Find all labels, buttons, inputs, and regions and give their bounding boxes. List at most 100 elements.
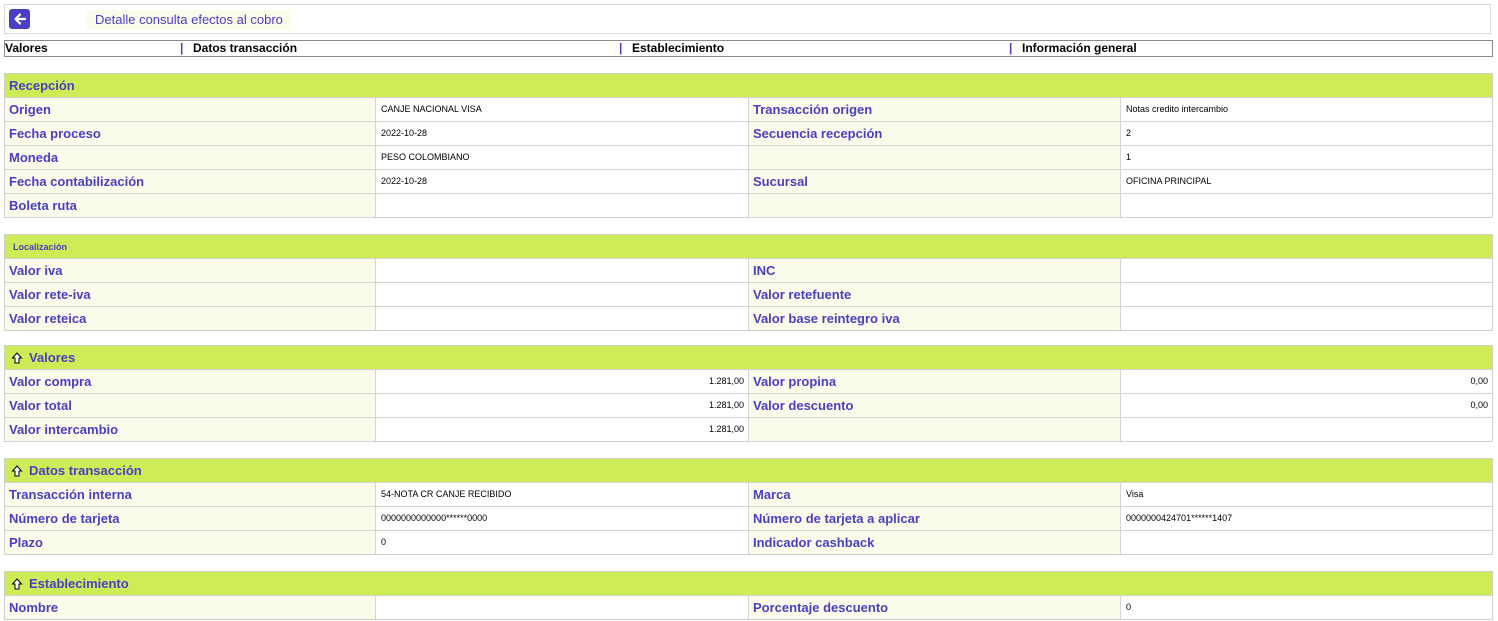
field-value: [376, 194, 749, 217]
field-value: [376, 307, 749, 330]
section-body: Origen CANJE NACIONAL VISA Transacción ori…: [5, 97, 1492, 217]
table-row: Valor iva INC: [5, 258, 1492, 282]
section-body: Valor iva INC Valor rete-iva Valor retefuen…: [5, 258, 1492, 330]
field-label: Plazo: [5, 531, 376, 554]
field-value: 0: [376, 531, 749, 554]
field-label: INC: [749, 259, 1121, 282]
field-value: [1121, 418, 1492, 441]
section-title: Valores: [29, 350, 76, 365]
field-value: CANJE NACIONAL VISA: [376, 98, 749, 121]
section-header-datos-transaccion[interactable]: Datos transacción: [5, 458, 1492, 482]
field-value: 1.281,00: [376, 394, 749, 417]
field-label: Valor intercambio: [5, 418, 376, 441]
field-value: [1121, 283, 1492, 306]
field-value: OFICINA PRINCIPAL: [1121, 170, 1492, 193]
field-value: Notas credito intercambio: [1121, 98, 1492, 121]
section-header-valores[interactable]: Valores: [5, 345, 1492, 369]
field-label: Valor total: [5, 394, 376, 417]
field-value: [376, 596, 749, 619]
field-value: [1121, 194, 1492, 217]
table-row: Valor reteica Valor base reintegro iva: [5, 306, 1492, 330]
field-value: 0: [1121, 596, 1492, 619]
section-recepcion: Recepción Origen CANJE NACIONAL VISA Trans…: [4, 73, 1493, 218]
section-datos-transaccion: Datos transacción Transacción interna 54-…: [4, 458, 1493, 555]
tab-establecimiento[interactable]: Establecimiento: [632, 41, 724, 56]
field-value: 2: [1121, 122, 1492, 145]
field-label: Número de tarjeta a aplicar: [749, 507, 1121, 530]
table-row: Valor compra 1.281,00 Valor propina 0,00: [5, 369, 1492, 393]
tab-datos-transaccion[interactable]: Datos transacción: [193, 41, 297, 56]
table-row: Boleta ruta: [5, 193, 1492, 217]
section-header-establecimiento[interactable]: Establecimiento: [5, 571, 1492, 595]
section-body: Nombre Porcentaje descuento 0: [5, 595, 1492, 619]
field-value: Visa: [1121, 483, 1492, 506]
section-header-localizacion: Localización: [5, 234, 1492, 258]
field-label: Secuencia recepción: [749, 122, 1121, 145]
title-bar: Detalle consulta efectos al cobro: [4, 4, 1491, 34]
field-label: Origen: [5, 98, 376, 121]
field-label: [749, 194, 1121, 217]
field-label: Indicador cashback: [749, 531, 1121, 554]
section-localizacion: Localización Valor iva INC Valor rete-iva V…: [4, 234, 1493, 331]
field-value: 0,00: [1121, 370, 1492, 393]
field-value: [1121, 259, 1492, 282]
arrow-up-icon: [11, 465, 23, 477]
tab-separator: |: [619, 41, 623, 55]
tabs-bar: Valores | Datos transacción | Establecim…: [4, 40, 1493, 57]
field-label: [749, 418, 1121, 441]
table-row: Valor intercambio 1.281,00: [5, 417, 1492, 441]
table-row: Nombre Porcentaje descuento 0: [5, 595, 1492, 619]
section-title: Datos transacción: [29, 463, 142, 478]
field-value: [1121, 307, 1492, 330]
tab-informacion-general[interactable]: Información general: [1022, 41, 1137, 56]
field-label: Valor retefuente: [749, 283, 1121, 306]
back-button[interactable]: [9, 9, 30, 29]
field-label: Valor reteica: [5, 307, 376, 330]
page-title: Detalle consulta efectos al cobro: [87, 10, 291, 30]
field-value: [376, 259, 749, 282]
table-row: Transacción interna 54-NOTA CR CANJE RECI…: [5, 482, 1492, 506]
table-row: Origen CANJE NACIONAL VISA Transacción ori…: [5, 97, 1492, 121]
field-label: Fecha contabilización: [5, 170, 376, 193]
field-value: 1: [1121, 146, 1492, 169]
field-label: Valor base reintegro iva: [749, 307, 1121, 330]
field-label: Fecha proceso: [5, 122, 376, 145]
table-row: Plazo 0 Indicador cashback: [5, 530, 1492, 554]
field-label: Moneda: [5, 146, 376, 169]
field-value: 0000000424701******1407: [1121, 507, 1492, 530]
tab-valores[interactable]: Valores: [5, 41, 48, 56]
field-value: 1.281,00: [376, 370, 749, 393]
arrow-left-icon: [13, 13, 26, 25]
section-body: Valor compra 1.281,00 Valor propina 0,00 Val…: [5, 369, 1492, 441]
field-value: 0000000000000******0000: [376, 507, 749, 530]
field-label: Nombre: [5, 596, 376, 619]
field-label: Valor descuento: [749, 394, 1121, 417]
section-valores: Valores Valor compra 1.281,00 Valor propin…: [4, 345, 1493, 442]
field-value: [1121, 531, 1492, 554]
field-label: Boleta ruta: [5, 194, 376, 217]
table-row: Valor rete-iva Valor retefuente: [5, 282, 1492, 306]
table-row: Fecha contabilización 2022-10-28 Sucursal O…: [5, 169, 1492, 193]
field-value: 1.281,00: [376, 418, 749, 441]
table-row: Moneda PESO COLOMBIANO 1: [5, 145, 1492, 169]
table-row: Valor total 1.281,00 Valor descuento 0,00: [5, 393, 1492, 417]
field-value: [376, 283, 749, 306]
field-label: Transacción origen: [749, 98, 1121, 121]
field-value: 0,00: [1121, 394, 1492, 417]
section-establecimiento: Establecimiento Nombre Porcentaje descuen…: [4, 571, 1493, 620]
field-label: Valor propina: [749, 370, 1121, 393]
field-label: Transacción interna: [5, 483, 376, 506]
field-label: Marca: [749, 483, 1121, 506]
tab-separator: |: [180, 41, 184, 55]
arrow-up-icon: [11, 578, 23, 590]
field-value: 2022-10-28: [376, 122, 749, 145]
field-label: Valor rete-iva: [5, 283, 376, 306]
field-label: Valor iva: [5, 259, 376, 282]
section-body: Transacción interna 54-NOTA CR CANJE RECI…: [5, 482, 1492, 554]
table-row: Fecha proceso 2022-10-28 Secuencia recepci…: [5, 121, 1492, 145]
table-row: Número de tarjeta 0000000000000******0000…: [5, 506, 1492, 530]
field-label: Porcentaje descuento: [749, 596, 1121, 619]
section-title: Establecimiento: [29, 576, 129, 591]
tab-separator: |: [1009, 41, 1013, 55]
field-label: Número de tarjeta: [5, 507, 376, 530]
